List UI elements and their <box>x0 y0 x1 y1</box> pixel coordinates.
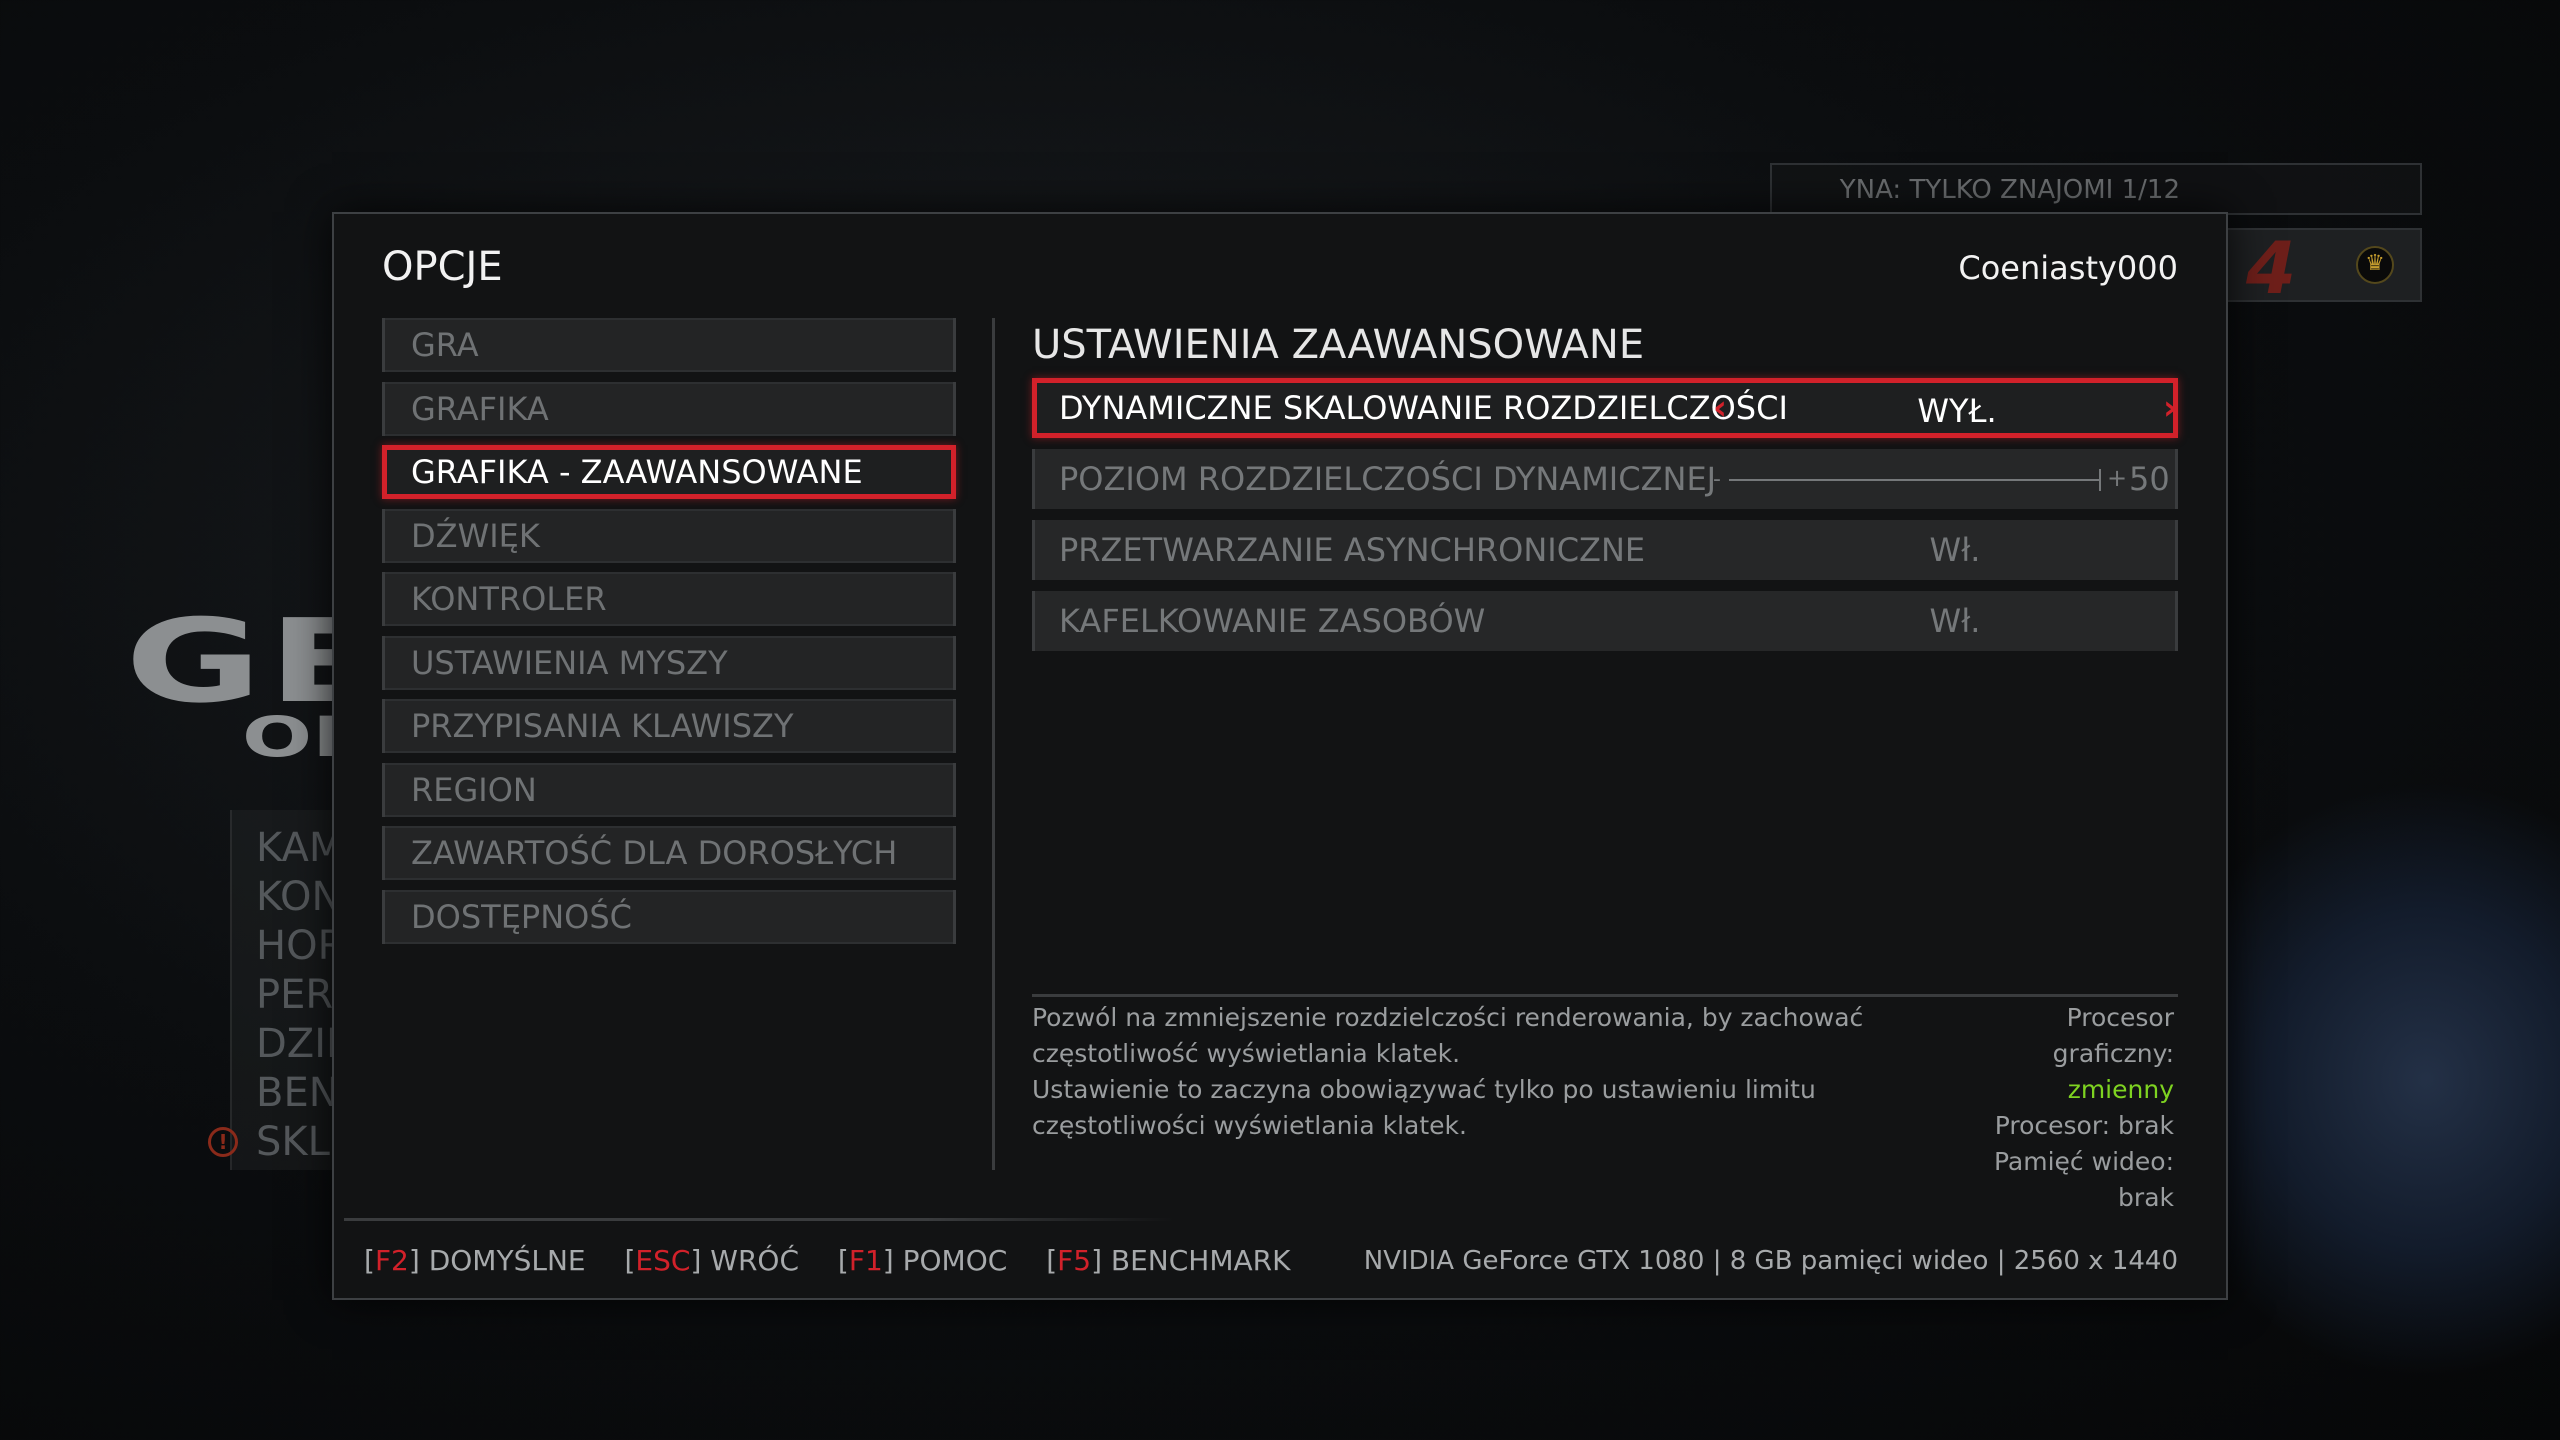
setting-dynamic-resolution-level[interactable]: POZIOM ROZDZIELCZOŚCI DYNAMICZNEJ - + 50 <box>1032 449 2178 509</box>
nav-item-dzwiek[interactable]: DŹWIĘK <box>382 508 956 563</box>
chevron-right-icon[interactable]: › <box>2163 391 2177 425</box>
description-divider <box>1032 994 2178 997</box>
vertical-divider <box>992 318 995 1170</box>
key-code: F5 <box>1057 1244 1092 1277</box>
nav-item-przypisania-klawiszy[interactable]: PRZYPISANIA KLAWISZY <box>382 699 956 753</box>
key-code: F2 <box>374 1244 409 1277</box>
gpu-impact-value: zmienny <box>2067 1075 2174 1104</box>
nav-item-kontroler[interactable]: KONTROLER <box>382 572 956 626</box>
setting-label: DYNAMICZNE SKALOWANIE ROZDZIELCZOŚCI <box>1059 389 1788 427</box>
nav-item-region[interactable]: REGION <box>382 762 956 817</box>
cpu-impact-label: Procesor: <box>1994 1111 2111 1140</box>
slider-track[interactable] <box>1729 479 2101 481</box>
setting-value: Wł. <box>1929 602 1981 640</box>
nav-item-gra[interactable]: GRA <box>382 318 956 372</box>
setting-dynamic-resolution-scaling[interactable]: DYNAMICZNE SKALOWANIE ROZDZIELCZOŚCI ‹ W… <box>1032 378 2178 438</box>
background-party-bar: YNA: TYLKO ZNAJOMI 1/12 <box>1770 163 2422 215</box>
nav-item-dostepnosc[interactable]: DOSTĘPNOŚĆ <box>382 889 956 944</box>
username: Coeniasty000 <box>1958 249 2178 287</box>
slider-handle[interactable] <box>2099 469 2101 491</box>
rank-emblem: 4 <box>2246 226 2297 310</box>
vram-impact-label: Pamięć wideo: <box>1993 1147 2174 1176</box>
setting-value: WYŁ. <box>1917 392 1997 430</box>
setting-label: POZIOM ROZDZIELCZOŚCI DYNAMICZNEJ <box>1059 460 1717 498</box>
cpu-impact: Procesor: brak <box>1974 1108 2174 1144</box>
warning-icon: ! <box>208 1127 238 1157</box>
setting-value: Wł. <box>1929 531 1981 569</box>
key-label: POMOC <box>902 1244 1008 1277</box>
party-status-text: YNA: TYLKO ZNAJOMI 1/12 <box>1839 175 2180 205</box>
vram-impact-value: brak <box>2118 1183 2174 1212</box>
nav-item-grafika-zaawansowane[interactable]: GRAFIKA - ZAAWANSOWANE <box>382 445 956 499</box>
slider-value: 50 <box>2129 460 2170 498</box>
slider-plus: + <box>2107 464 2128 492</box>
cpu-impact-value: brak <box>2118 1111 2174 1140</box>
key-code: ESC <box>635 1244 691 1277</box>
setting-description: Pozwól na zmniejszenie rozdzielczości re… <box>1032 1000 1972 1144</box>
setting-label: KAFELKOWANIE ZASOBÓW <box>1059 602 1486 640</box>
dialog-title: OPCJE <box>382 244 503 290</box>
setting-label: PRZETWARZANIE ASYNCHRONICZNE <box>1059 531 1646 569</box>
description-line: Pozwól na zmniejszenie rozdzielczości re… <box>1032 1003 1864 1068</box>
footer-benchmark-button[interactable]: [F5] BENCHMARK <box>1046 1244 1290 1277</box>
footer-help-button[interactable]: [F1] POMOC <box>838 1244 1007 1277</box>
setting-tiled-resources[interactable]: KAFELKOWANIE ZASOBÓW Wł. <box>1032 591 2178 651</box>
key-label: WRÓĆ <box>710 1244 800 1277</box>
footer-defaults-button[interactable]: [F2] DOMYŚLNE <box>364 1244 586 1277</box>
options-nav: GRA GRAFIKA GRAFIKA - ZAAWANSOWANE DŹWIĘ… <box>382 318 956 953</box>
nav-item-zawartosc-dla-doroslych[interactable]: ZAWARTOŚĆ DLA DOROSŁYCH <box>382 826 956 880</box>
section-title: USTAWIENIA ZAAWANSOWANE <box>1032 322 1645 368</box>
background-rank-box: 4 ♛ <box>2226 226 2422 310</box>
footer-keybinds: [F2] DOMYŚLNE [ESC] WRÓĆ [F1] POMOC [F5]… <box>364 1244 1321 1277</box>
settings-list: DYNAMICZNE SKALOWANIE ROZDZIELCZOŚCI ‹ W… <box>1032 378 2178 662</box>
footer-back-button[interactable]: [ESC] WRÓĆ <box>624 1244 799 1277</box>
key-label: BENCHMARK <box>1110 1244 1291 1277</box>
footer-divider <box>344 1218 1174 1221</box>
description-line: Ustawienie to zaczyna obowiązywać tylko … <box>1032 1075 1816 1140</box>
crown-icon: ♛ <box>2356 246 2394 284</box>
hardware-impact: Procesor graficzny: zmienny Procesor: br… <box>1974 1000 2174 1216</box>
nav-item-grafika[interactable]: GRAFIKA <box>382 381 956 436</box>
options-dialog: OPCJE Coeniasty000 GRA GRAFIKA GRAFIKA -… <box>332 212 2228 1300</box>
key-code: F1 <box>848 1244 883 1277</box>
gpu-impact-label: Procesor graficzny: <box>2052 1003 2174 1068</box>
gpu-info: NVIDIA GeForce GTX 1080 | 8 GB pamięci w… <box>1363 1246 2178 1276</box>
chevron-left-icon[interactable]: ‹ <box>1713 391 1727 425</box>
key-label: DOMYŚLNE <box>428 1244 586 1277</box>
nav-item-ustawienia-myszy[interactable]: USTAWIENIA MYSZY <box>382 635 956 690</box>
setting-async-compute[interactable]: PRZETWARZANIE ASYNCHRONICZNE Wł. <box>1032 520 2178 580</box>
slider-minus: - <box>1713 467 1721 492</box>
